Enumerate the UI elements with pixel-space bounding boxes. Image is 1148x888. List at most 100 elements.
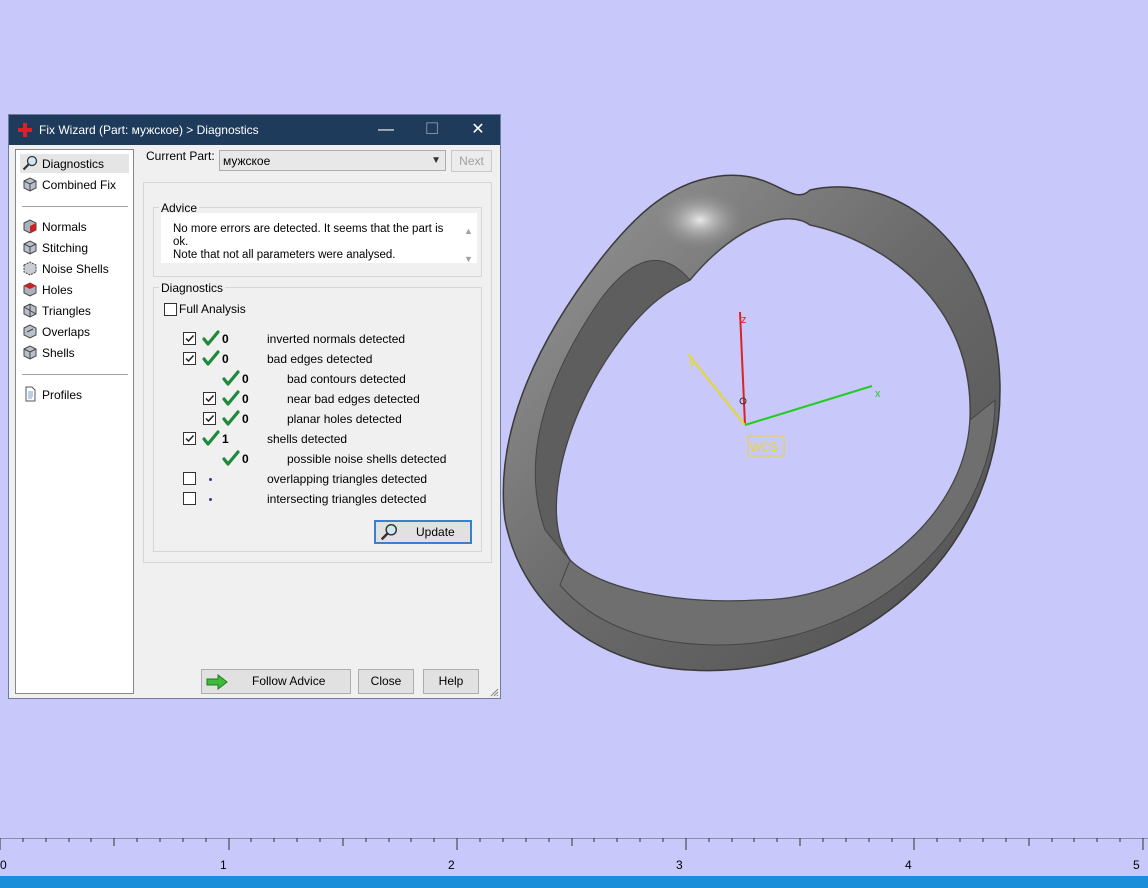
tree-item-label: Triangles bbox=[42, 304, 91, 318]
diagnostic-count: 0 bbox=[222, 352, 229, 366]
current-part-value: мужское bbox=[223, 154, 271, 168]
maximize-button[interactable]: ☐ bbox=[409, 115, 455, 145]
checkmark-icon bbox=[185, 334, 195, 343]
tree-item-label: Holes bbox=[42, 283, 73, 297]
update-label: Update bbox=[416, 525, 455, 539]
diagnostic-label: possible noise shells detected bbox=[287, 452, 447, 466]
diagnostic-count: 1 bbox=[222, 432, 229, 446]
full-analysis-label: Full Analysis bbox=[179, 302, 246, 316]
advice-line-1: No more errors are detected. It seems th… bbox=[173, 223, 444, 248]
resize-grip-icon[interactable] bbox=[489, 687, 499, 697]
diagnostic-checkbox[interactable] bbox=[203, 412, 216, 425]
ruler-label-0: 0 bbox=[0, 858, 7, 872]
diagnostic-label: shells detected bbox=[267, 432, 348, 446]
ruler-ticks bbox=[0, 838, 1148, 850]
tree-item-diagnostics[interactable]: Diagnostics bbox=[20, 154, 129, 173]
update-button[interactable]: Update bbox=[374, 520, 472, 544]
pending-dot-icon bbox=[209, 498, 212, 501]
ruler-label-1: 1 bbox=[220, 858, 227, 872]
tree-item-label: Normals bbox=[42, 220, 87, 234]
ok-check-icon bbox=[222, 390, 240, 406]
tree-separator bbox=[22, 374, 128, 375]
axis-z-label: z bbox=[741, 314, 747, 326]
ok-check-icon bbox=[222, 450, 240, 466]
tree-item-triangles[interactable]: Triangles bbox=[20, 301, 129, 320]
current-part-select[interactable]: мужское ▼ bbox=[219, 150, 446, 171]
minimize-button[interactable]: — bbox=[363, 115, 409, 145]
wcs-label: WCS bbox=[750, 440, 778, 454]
tree-item-combined-fix[interactable]: Combined Fix bbox=[20, 175, 129, 194]
ok-check-icon bbox=[202, 330, 220, 346]
advice-line-2: Note that not all parameters were analys… bbox=[173, 249, 396, 261]
tree-item-noise-shells[interactable]: Noise Shells bbox=[20, 259, 129, 278]
diagnostic-checkbox[interactable] bbox=[183, 352, 196, 365]
diagnostic-label: bad edges detected bbox=[267, 352, 373, 366]
diagnostic-checkbox[interactable] bbox=[203, 392, 216, 405]
tree-item-label: Diagnostics bbox=[42, 157, 105, 171]
tree-item-stitching[interactable]: Stitching bbox=[20, 238, 129, 257]
diagnostic-label: inverted normals detected bbox=[267, 332, 406, 346]
checkmark-icon bbox=[205, 414, 215, 423]
checkmark-icon bbox=[185, 434, 195, 443]
tree-item-normals[interactable]: Normals bbox=[20, 217, 129, 236]
stitching-icon bbox=[23, 240, 37, 255]
diagnostic-count: 0 bbox=[222, 332, 229, 346]
checkmark-icon bbox=[205, 394, 215, 403]
diagnostics-title: Diagnostics bbox=[159, 281, 226, 295]
diagnostic-label: near bad edges detected bbox=[287, 392, 420, 406]
follow-advice-label: Follow Advice bbox=[252, 674, 326, 688]
ruler: 0 1 2 3 4 5 bbox=[0, 838, 1148, 876]
tree-item-label: Stitching bbox=[42, 241, 89, 255]
diagnostic-count: 0 bbox=[242, 372, 249, 386]
next-button[interactable]: Next bbox=[451, 150, 492, 172]
diagnostic-checkbox[interactable] bbox=[183, 492, 196, 505]
dialog-titlebar[interactable]: Fix Wizard (Part: мужское) > Diagnostics… bbox=[9, 115, 500, 145]
follow-advice-button[interactable]: Follow Advice bbox=[201, 669, 351, 694]
diagnostic-count: 0 bbox=[242, 452, 249, 466]
tree-item-label: Shells bbox=[42, 346, 75, 360]
ok-check-icon bbox=[202, 350, 220, 366]
noise-shells-icon bbox=[23, 261, 37, 276]
tree-item-shells[interactable]: Shells bbox=[20, 343, 129, 362]
close-button[interactable]: Close bbox=[358, 669, 414, 694]
close-window-button[interactable]: ✕ bbox=[455, 115, 501, 145]
scroll-down-icon[interactable]: ▼ bbox=[464, 254, 473, 264]
tree-item-label: Noise Shells bbox=[42, 262, 109, 276]
tree-item-holes[interactable]: Holes bbox=[20, 280, 129, 299]
diagnostic-label: overlapping triangles detected bbox=[267, 472, 428, 486]
document-icon bbox=[25, 386, 36, 402]
diagnostic-checkbox[interactable] bbox=[183, 332, 196, 345]
tree-item-label: Profiles bbox=[42, 388, 83, 402]
ok-check-icon bbox=[222, 410, 240, 426]
ruler-label-2: 2 bbox=[448, 858, 455, 872]
ok-check-icon bbox=[202, 430, 220, 446]
advice-text: No more errors are detected. It seems th… bbox=[173, 223, 453, 262]
taskbar[interactable] bbox=[0, 876, 1148, 888]
diagnostic-checkbox[interactable] bbox=[183, 432, 196, 445]
chevron-down-icon: ▼ bbox=[431, 155, 441, 166]
tree-item-overlaps[interactable]: Overlaps bbox=[20, 322, 129, 341]
scroll-up-icon[interactable]: ▲ bbox=[464, 226, 473, 236]
checkmark-icon bbox=[185, 354, 195, 363]
diagnostic-label: intersecting triangles detected bbox=[267, 492, 427, 506]
arrow-right-icon bbox=[206, 674, 228, 690]
diagnostic-label: bad contours detected bbox=[287, 372, 406, 386]
diagnostic-count: 0 bbox=[242, 392, 249, 406]
diagnostic-label: planar holes detected bbox=[287, 412, 402, 426]
full-analysis-checkbox[interactable] bbox=[164, 303, 177, 316]
magnifier-icon bbox=[380, 523, 398, 541]
diagnostic-checkbox[interactable] bbox=[183, 472, 196, 485]
shells-icon bbox=[23, 345, 37, 360]
fix-wizard-dialog: Fix Wizard (Part: мужское) > Diagnostics… bbox=[8, 114, 501, 699]
dialog-title: Fix Wizard (Part: мужское) > Diagnostics bbox=[39, 123, 259, 137]
ok-check-icon bbox=[222, 370, 240, 386]
tree-item-label: Combined Fix bbox=[42, 178, 117, 192]
help-button[interactable]: Help bbox=[423, 669, 479, 694]
tree-item-profiles[interactable]: Profiles bbox=[20, 385, 129, 404]
ruler-label-3: 3 bbox=[676, 858, 683, 872]
ruler-label-4: 4 bbox=[905, 858, 912, 872]
pending-dot-icon bbox=[209, 478, 212, 481]
overlaps-icon bbox=[23, 324, 37, 339]
app-cross-icon bbox=[18, 123, 32, 137]
normals-icon bbox=[23, 219, 37, 234]
